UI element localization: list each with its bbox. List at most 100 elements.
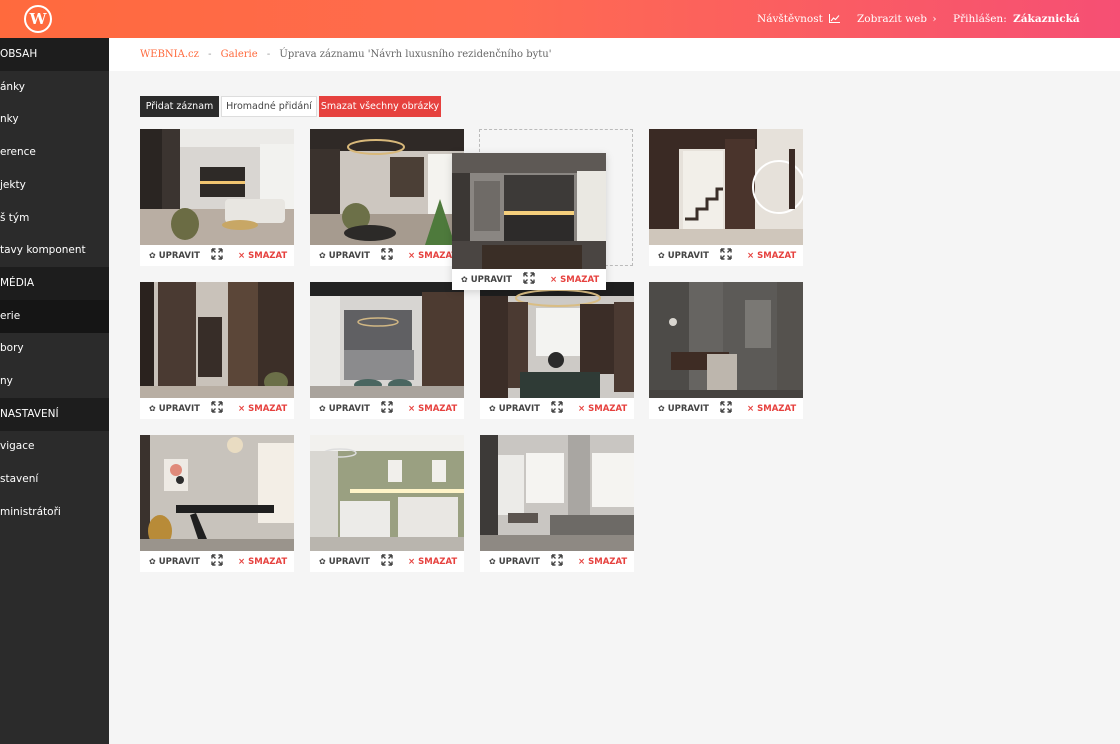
edit-button[interactable]: ✿ UPRAVIT — [319, 251, 370, 261]
sidebar-item[interactable]: š tým — [0, 202, 109, 235]
close-icon: × — [578, 404, 586, 414]
add-record-button[interactable]: Přidat záznam — [140, 96, 219, 117]
gallery-item-actions: ✿ UPRAVIT × SMAZAT — [310, 398, 464, 419]
delete-label: SMAZAT — [757, 404, 797, 414]
nav-view-web-link[interactable]: Zobrazit web › — [857, 0, 937, 38]
gallery-thumbnail[interactable] — [310, 282, 464, 398]
gallery-item[interactable]: ✿ UPRAVIT × SMAZAT — [480, 282, 634, 419]
edit-button[interactable]: ✿ UPRAVIT — [461, 275, 512, 285]
edit-button[interactable]: ✿ UPRAVIT — [658, 404, 709, 414]
sidebar-section-heading: NASTAVENÍ — [0, 397, 109, 431]
user-menu[interactable]: Přihlášen: Zákaznická podpora ⌄ — [953, 0, 1120, 63]
delete-all-images-button[interactable]: Smazat všechny obrázky — [319, 96, 441, 117]
delete-button[interactable]: × SMAZAT — [408, 251, 457, 261]
edit-button[interactable]: ✿ UPRAVIT — [149, 251, 200, 261]
sidebar-item[interactable]: bory — [0, 332, 109, 365]
expand-icon[interactable] — [720, 401, 732, 413]
gallery-item-actions: ✿ UPRAVIT × SMAZAT — [649, 398, 803, 419]
gallery-thumbnail[interactable] — [140, 129, 294, 245]
expand-icon[interactable] — [381, 554, 393, 566]
nav-traffic-link[interactable]: Návštěvnost — [757, 0, 841, 38]
sidebar-item[interactable]: erence — [0, 136, 109, 169]
delete-label: SMAZAT — [248, 557, 288, 567]
delete-button[interactable]: × SMAZAT — [238, 557, 287, 567]
gallery-item[interactable]: ✿ UPRAVIT × SMAZAT — [452, 153, 606, 290]
expand-icon[interactable] — [523, 272, 535, 284]
expand-icon[interactable] — [551, 401, 563, 413]
gallery-item-actions: ✿ UPRAVIT × SMAZAT — [140, 245, 294, 266]
gallery-item[interactable]: ✿ UPRAVIT × SMAZAT — [140, 435, 294, 572]
sidebar-item[interactable]: ny — [0, 365, 109, 398]
delete-button[interactable]: × SMAZAT — [578, 557, 627, 567]
delete-button[interactable]: × SMAZAT — [578, 404, 627, 414]
delete-button[interactable]: × SMAZAT — [238, 404, 287, 414]
close-icon: × — [238, 557, 246, 567]
edit-button[interactable]: ✿ UPRAVIT — [319, 557, 370, 567]
gallery-thumbnail[interactable] — [310, 435, 464, 551]
top-bar: W Návštěvnost Zobrazit web › Přihlášen: … — [0, 0, 1120, 63]
edit-label: UPRAVIT — [498, 557, 540, 567]
gallery-thumbnail[interactable] — [140, 435, 294, 551]
gallery-item-actions: ✿ UPRAVIT × SMAZAT — [310, 551, 464, 572]
close-icon: × — [408, 251, 416, 261]
edit-button[interactable]: ✿ UPRAVIT — [658, 251, 709, 261]
sidebar-item[interactable]: jekty — [0, 169, 109, 202]
gallery-thumbnail[interactable] — [480, 282, 634, 398]
gallery-item[interactable]: ✿ UPRAVIT × SMAZAT — [310, 282, 464, 419]
gallery-item[interactable]: ✿ UPRAVIT × SMAZAT — [310, 129, 464, 266]
close-icon: × — [578, 557, 586, 567]
gallery-thumbnail[interactable] — [649, 282, 803, 398]
delete-button[interactable]: × SMAZAT — [550, 275, 599, 285]
gallery-thumbnail[interactable] — [649, 129, 803, 245]
sidebar-item[interactable]: ministrátoři — [0, 496, 109, 529]
edit-button[interactable]: ✿ UPRAVIT — [489, 404, 540, 414]
sidebar-item[interactable]: stavení — [0, 463, 109, 496]
expand-icon[interactable] — [720, 248, 732, 260]
sidebar-item-label: tavy komponent — [0, 244, 86, 257]
edit-button[interactable]: ✿ UPRAVIT — [149, 404, 200, 414]
sidebar-item-label: stavení — [0, 473, 39, 486]
delete-button[interactable]: × SMAZAT — [747, 404, 796, 414]
delete-label: SMAZAT — [757, 251, 797, 261]
delete-button[interactable]: × SMAZAT — [238, 251, 287, 261]
gallery-thumbnail[interactable] — [140, 282, 294, 398]
expand-icon[interactable] — [381, 248, 393, 260]
sidebar-item-label: nky — [0, 113, 19, 126]
delete-button[interactable]: × SMAZAT — [408, 557, 457, 567]
gallery-thumbnail[interactable] — [480, 435, 634, 551]
gallery-thumbnail[interactable] — [310, 129, 464, 245]
edit-button[interactable]: ✿ UPRAVIT — [319, 404, 370, 414]
delete-button[interactable]: × SMAZAT — [408, 404, 457, 414]
expand-icon[interactable] — [381, 401, 393, 413]
gallery-thumbnail[interactable] — [452, 153, 606, 269]
expand-icon[interactable] — [211, 401, 223, 413]
gear-icon: ✿ — [489, 404, 496, 413]
delete-label: SMAZAT — [560, 275, 600, 285]
sidebar-item-label: jekty — [0, 178, 26, 191]
bulk-add-button[interactable]: Hromadné přidání — [221, 96, 317, 117]
sidebar-item[interactable]: vigace — [0, 430, 109, 463]
delete-button[interactable]: × SMAZAT — [747, 251, 796, 261]
gallery-item[interactable]: ✿ UPRAVIT × SMAZAT — [310, 435, 464, 572]
edit-label: UPRAVIT — [328, 404, 370, 414]
gallery-item[interactable]: ✿ UPRAVIT × SMAZAT — [649, 282, 803, 419]
gallery-item[interactable]: ✿ UPRAVIT × SMAZAT — [140, 282, 294, 419]
breadcrumb-galerie[interactable]: Galerie — [221, 49, 258, 60]
sidebar-item[interactable]: nky — [0, 103, 109, 136]
sidebar-item[interactable]: erie — [0, 299, 109, 333]
breadcrumb-bar: WEBNIA.cz - Galerie - Úprava záznamu 'Ná… — [109, 38, 1120, 71]
logo-icon[interactable]: W — [24, 5, 52, 33]
edit-button[interactable]: ✿ UPRAVIT — [149, 557, 200, 567]
gallery-item[interactable]: ✿ UPRAVIT × SMAZAT — [649, 129, 803, 266]
sidebar-item[interactable]: ánky — [0, 71, 109, 104]
gallery-item[interactable]: ✿ UPRAVIT × SMAZAT — [140, 129, 294, 266]
breadcrumb-home[interactable]: WEBNIA.cz — [140, 49, 199, 60]
gear-icon: ✿ — [489, 557, 496, 566]
edit-button[interactable]: ✿ UPRAVIT — [489, 557, 540, 567]
expand-icon[interactable] — [551, 554, 563, 566]
gallery-item[interactable]: ✿ UPRAVIT × SMAZAT — [480, 435, 634, 572]
sidebar-item[interactable]: tavy komponent — [0, 234, 109, 267]
edit-label: UPRAVIT — [470, 275, 512, 285]
expand-icon[interactable] — [211, 554, 223, 566]
expand-icon[interactable] — [211, 248, 223, 260]
